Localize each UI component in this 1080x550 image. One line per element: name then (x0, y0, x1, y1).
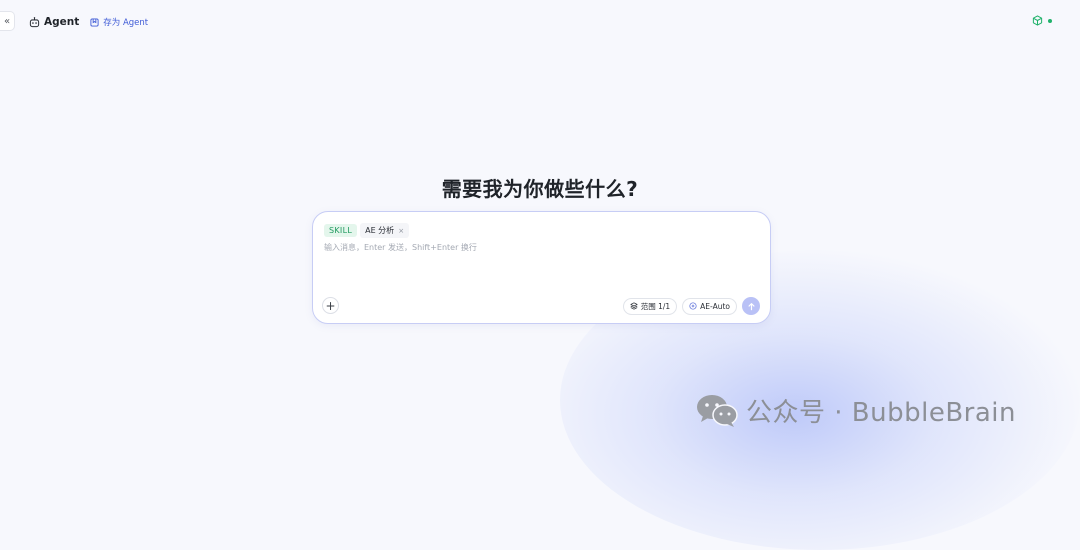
model-selector[interactable]: AE-Auto (682, 297, 737, 315)
collapse-sidebar-button[interactable]: « (0, 11, 15, 31)
sparkle-icon (689, 302, 697, 310)
message-input[interactable] (324, 242, 760, 288)
save-as-agent-label: 存为 Agent (103, 18, 149, 28)
watermark: 公众号 · BubbleBrain (696, 392, 1016, 429)
bookmark-icon (90, 17, 99, 27)
robot-icon (29, 16, 40, 27)
topbar-left: Agent 存为 Agent (29, 14, 148, 30)
close-icon[interactable]: × (398, 227, 404, 235)
skill-row: SKILL AE 分析 × (324, 223, 410, 238)
status-dot (1048, 18, 1052, 23)
message-composer: SKILL AE 分析 × + 范围 1/1 AE-Auto (312, 211, 771, 324)
scope-button[interactable]: 范围 1/1 (622, 297, 678, 315)
skill-chip-label: AE 分析 (365, 226, 395, 235)
layers-icon (630, 302, 638, 310)
arrow-up-icon (747, 302, 755, 310)
agent-title-label: Agent (44, 16, 80, 28)
watermark-text: 公众号 · BubbleBrain (746, 398, 1016, 428)
wechat-icon (697, 394, 738, 427)
agent-title: Agent (29, 16, 79, 28)
double-chevron-left-icon: « (3, 15, 11, 27)
skill-chip[interactable]: AE 分析 × (360, 223, 410, 238)
plus-icon: + (325, 298, 336, 313)
add-attachment-button[interactable]: + (322, 297, 339, 314)
send-button[interactable] (742, 297, 760, 315)
page-heading: 需要我为你做些什么? (441, 177, 639, 201)
topbar-right (1032, 15, 1052, 26)
package-icon[interactable] (1032, 15, 1043, 26)
scope-label: 范围 1/1 (640, 301, 671, 311)
skill-tag: SKILL (324, 224, 358, 237)
save-as-agent-button[interactable]: 存为 Agent (90, 16, 148, 28)
composer-controls: 范围 1/1 AE-Auto (622, 297, 760, 315)
model-label: AE-Auto (700, 301, 730, 311)
